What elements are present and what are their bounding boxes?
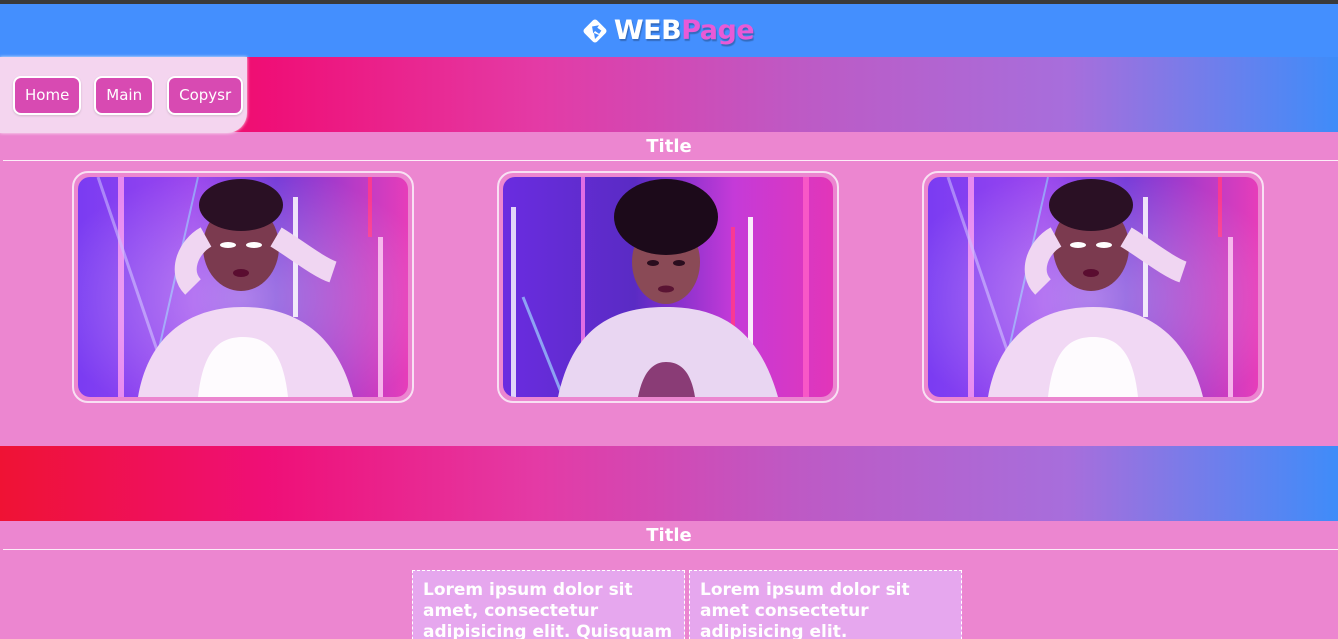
section-divider bbox=[3, 160, 1338, 161]
logo-text: WEBPage bbox=[613, 15, 755, 46]
gallery-image-3[interactable] bbox=[928, 177, 1258, 397]
gallery-card-1[interactable] bbox=[72, 171, 414, 403]
diamond-arrow-logo-icon bbox=[580, 16, 610, 46]
nav-main-button[interactable]: Main bbox=[94, 75, 155, 115]
gallery-image-1[interactable] bbox=[78, 177, 408, 397]
text-card-1: Lorem ipsum dolor sit amet, consectetur … bbox=[412, 570, 685, 639]
gradient-banner-middle bbox=[0, 446, 1338, 521]
gallery-image-2[interactable] bbox=[503, 177, 833, 397]
section-divider bbox=[3, 549, 1338, 550]
nav-home-button[interactable]: Home bbox=[13, 75, 82, 115]
section-title-text: Title bbox=[646, 525, 692, 546]
gallery-card-3[interactable] bbox=[922, 171, 1264, 403]
nav-copysr-button[interactable]: Copysr bbox=[167, 75, 244, 115]
nav-panel: Home Main Copysr bbox=[0, 57, 247, 133]
logo-word-page: Page bbox=[681, 15, 755, 46]
site-header: WEBPage bbox=[0, 4, 1338, 57]
gallery-card-2[interactable] bbox=[497, 171, 839, 403]
logo[interactable]: WEBPage bbox=[580, 15, 755, 46]
section-title-gallery: Title bbox=[646, 136, 692, 157]
text-card-2: Lorem ipsum dolor sit amet consectetur a… bbox=[689, 570, 962, 639]
logo-word-web: WEB bbox=[613, 15, 682, 46]
